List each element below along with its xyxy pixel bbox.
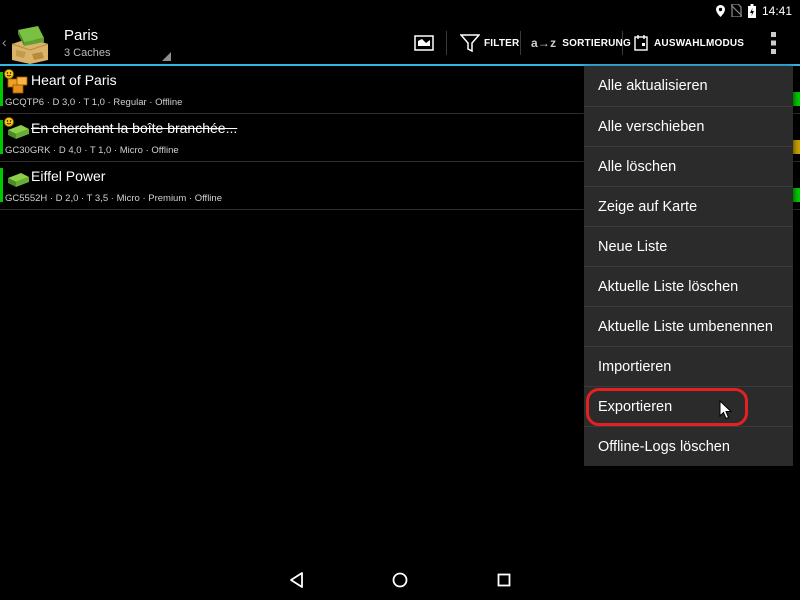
- sort-label: SORTIERUNG: [562, 37, 631, 49]
- sort-button[interactable]: a→z SORTIERUNG: [531, 21, 631, 65]
- filter-icon: [460, 34, 480, 52]
- cache-name: Heart of Paris: [31, 72, 117, 88]
- no-sim-icon: [730, 4, 742, 17]
- action-bar: ‹ Paris 3 Caches FILTER a→z SORTIERUNG A…: [0, 21, 800, 65]
- cache-name: En cherchant la boîte branchée...: [31, 120, 238, 136]
- mouse-cursor-icon: [719, 400, 733, 420]
- select-mode-button[interactable]: AUSWAHLMODUS: [634, 21, 744, 65]
- recents-icon[interactable]: [494, 570, 514, 590]
- battery-charging-icon: [747, 3, 756, 18]
- select-mode-icon: [634, 35, 648, 51]
- menu-item-delete-offline-logs[interactable]: Offline-Logs löschen: [584, 426, 793, 466]
- menu-item-rename-current-list[interactable]: Aktuelle Liste umbenennen: [584, 306, 793, 346]
- cache-distance-indicator: [792, 188, 800, 202]
- menu-item-show-on-map[interactable]: Zeige auf Karte: [584, 186, 793, 226]
- app-logo-icon[interactable]: [10, 24, 50, 64]
- overflow-menu-icon[interactable]: [770, 31, 778, 55]
- list-subtitle[interactable]: 3 Caches: [64, 47, 110, 59]
- map-icon: [414, 35, 434, 51]
- select-mode-label: AUSWAHLMODUS: [654, 37, 745, 49]
- cache-info: GC5552H · D 2,0 · T 3,5 · Micro · Premiu…: [5, 193, 222, 204]
- filter-button[interactable]: FILTER: [460, 21, 519, 65]
- list-dropdown-triangle-icon[interactable]: [162, 52, 171, 61]
- multi-cache-icon: [4, 69, 28, 94]
- home-icon[interactable]: [390, 570, 410, 590]
- status-icons: 14:41: [715, 3, 792, 18]
- menu-item-delete-current-list[interactable]: Aktuelle Liste löschen: [584, 266, 793, 306]
- menu-item-delete-all[interactable]: Alle löschen: [584, 146, 793, 186]
- status-bar: 14:41: [0, 0, 800, 21]
- cache-name: Eiffel Power: [31, 168, 106, 184]
- menu-item-new-list[interactable]: Neue Liste: [584, 226, 793, 266]
- location-icon: [715, 4, 725, 17]
- menu-item-move-all[interactable]: Alle verschieben: [584, 106, 793, 146]
- menu-item-import[interactable]: Importieren: [584, 346, 793, 386]
- cache-info: GC30GRK · D 4,0 · T 1,0 · Micro · Offlin…: [5, 145, 179, 156]
- traditional-cache-icon: [8, 173, 29, 187]
- sort-icon: a→z: [531, 36, 557, 50]
- navigation-bar: [0, 560, 800, 600]
- list-title[interactable]: Paris: [64, 27, 98, 44]
- menu-item-refresh-all[interactable]: Alle aktualisieren: [584, 66, 793, 106]
- filter-label: FILTER: [484, 37, 520, 49]
- cache-info: GCQTP6 · D 3,0 · T 1,0 · Regular · Offli…: [5, 97, 183, 108]
- traditional-cache-icon: [4, 117, 29, 139]
- clock: 14:41: [761, 3, 792, 18]
- back-icon[interactable]: [287, 570, 307, 590]
- cache-distance-indicator: [792, 92, 800, 106]
- cache-distance-indicator: [792, 140, 800, 154]
- map-button[interactable]: [414, 21, 434, 65]
